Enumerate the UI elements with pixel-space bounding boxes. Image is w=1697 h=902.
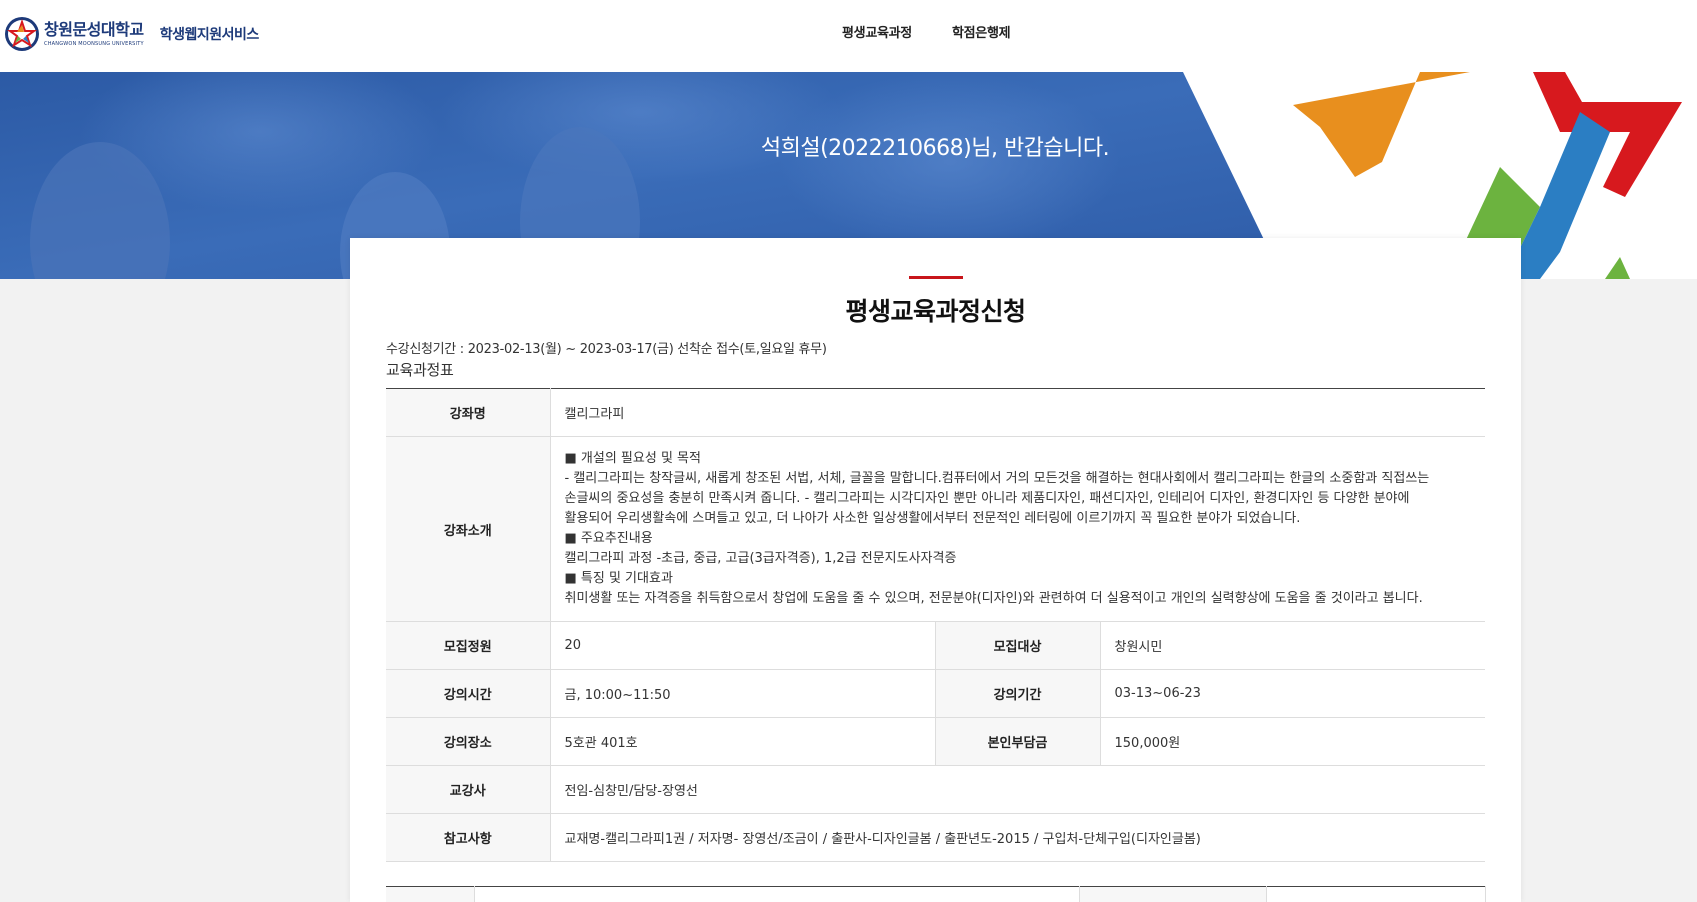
table-cell [1079, 886, 1267, 902]
table-cell [386, 886, 475, 902]
course-intro-label: 강좌소개 [386, 436, 551, 622]
table-row: 참고사항 교재명-캘리그라피1권 / 저자명- 장영선/조금이 / 출판사-디자… [386, 813, 1486, 862]
table-row: 모집정원 20 모집대상 창원시민 [386, 621, 1486, 670]
course-name-value: 캘리그라피 [550, 388, 1486, 437]
instructor-value: 전임-심창민/담당-장영선 [550, 765, 1486, 814]
header: 창원문성대학교 CHANGWON MOONSUNG UNIVERSITY 학생웹… [0, 0, 1697, 72]
instructor-label: 교강사 [386, 765, 551, 814]
table-row: 강의장소 5호관 401호 본인부담금 150,000원 [386, 717, 1486, 766]
target-value: 창원시민 [1100, 621, 1486, 670]
intro-line: 취미생활 또는 자격증을 취득함으로서 창업에 도움을 줄 수 있으며, 전문분… [564, 591, 1423, 606]
lecture-period-value: 03-13~06-23 [1100, 669, 1486, 718]
lecture-place-value: 5호관 401호 [550, 717, 936, 766]
intro-line: ■ 특징 및 기대효과 [564, 571, 673, 586]
course-name-label: 강좌명 [386, 388, 551, 437]
lecture-period-label: 강의기간 [935, 669, 1101, 718]
title-accent-bar [909, 276, 963, 279]
note-value: 교재명-캘리그라피1권 / 저자명- 장영선/조금이 / 출판사-디자인글봄 /… [550, 813, 1486, 862]
registration-period: 수강신청기간 : 2023-02-13(월) ~ 2023-03-17(금) 선… [386, 342, 827, 357]
table-row: 강의시간 금, 10:00~11:50 강의기간 03-13~06-23 [386, 669, 1486, 718]
service-name[interactable]: 학생웹지원서비스 [160, 24, 260, 44]
table-row: 강좌소개 ■ 개설의 필요성 및 목적 - 캘리그라피는 창작글씨, 새롭게 창… [386, 436, 1486, 622]
capacity-label: 모집정원 [386, 621, 551, 670]
intro-line: ■ 개설의 필요성 및 목적 [564, 451, 701, 466]
lecture-time-value: 금, 10:00~11:50 [550, 669, 936, 718]
university-logo[interactable]: 창원문성대학교 CHANGWON MOONSUNG UNIVERSITY 학생웹… [4, 16, 259, 52]
target-label: 모집대상 [935, 621, 1101, 670]
course-intro-value: ■ 개설의 필요성 및 목적 - 캘리그라피는 창작글씨, 새롭게 창조된 서법… [550, 436, 1486, 622]
page-title: 평생교육과정신청 [845, 297, 1026, 326]
fee-label: 본인부담금 [935, 717, 1101, 766]
lecture-place-label: 강의장소 [386, 717, 551, 766]
next-table [386, 886, 1486, 902]
university-name: 창원문성대학교 [44, 20, 144, 39]
note-label: 참고사항 [386, 813, 551, 862]
nav-item-lifelong-education[interactable]: 평생교육과정 [842, 22, 912, 41]
fee-value: 150,000원 [1100, 717, 1486, 766]
welcome-message: 석희설(2022210668)님, 반갑습니다. [760, 136, 1110, 161]
table-cell [474, 886, 1080, 902]
intro-line: 캘리그라피 과정 -초급, 중급, 고급(3급자격증), 1,2급 전문지도사자… [564, 551, 957, 566]
table-row: 교강사 전임-심창민/담당-장영선 [386, 765, 1486, 814]
nav-item-credit-bank[interactable]: 학점은행제 [952, 22, 1011, 41]
university-name-block: 창원문성대학교 CHANGWON MOONSUNG UNIVERSITY [44, 20, 144, 48]
course-table: 강좌명 캘리그라피 강좌소개 ■ 개설의 필요성 및 목적 - 캘리그라피는 창… [386, 388, 1486, 862]
intro-line: 활용되어 우리생활속에 스며들고 있고, 더 나아가 사소한 일상생활에서부터 … [564, 511, 1301, 526]
university-emblem-icon [5, 17, 39, 51]
main-nav: 평생교육과정 학점은행제 [842, 22, 1011, 41]
table-row: 강좌명 캘리그라피 [386, 388, 1486, 437]
table-cell [1266, 886, 1486, 902]
capacity-value: 20 [550, 621, 936, 670]
table-row [386, 886, 1486, 902]
intro-line: - 캘리그라피는 창작글씨, 새롭게 창조된 서법, 서체, 글꼴을 말합니다.… [564, 471, 1430, 486]
intro-line: 손글씨의 중요성을 충분히 만족시켜 줍니다. - 캘리그라피는 시각디자인 뿐… [564, 491, 1410, 506]
section-heading: 교육과정표 [386, 361, 454, 379]
content-card: 평생교육과정신청 수강신청기간 : 2023-02-13(월) ~ 2023-0… [350, 238, 1521, 902]
lecture-time-label: 강의시간 [386, 669, 551, 718]
intro-line: ■ 주요추진내용 [564, 531, 653, 546]
university-name-en: CHANGWON MOONSUNG UNIVERSITY [44, 41, 144, 47]
